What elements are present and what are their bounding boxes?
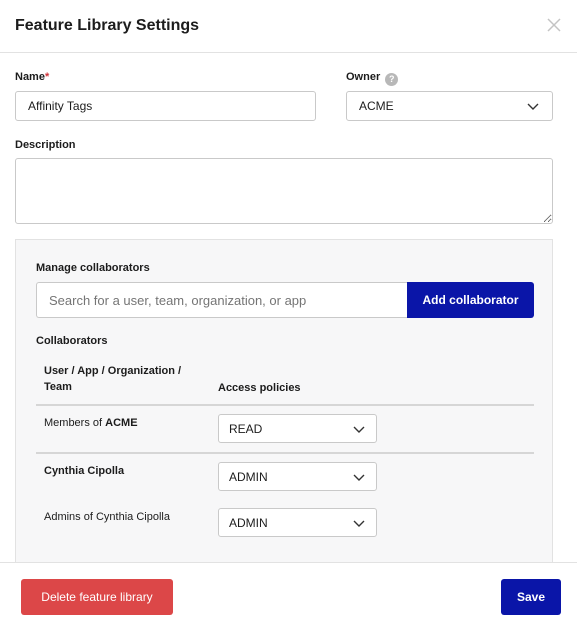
collaborator-search-input[interactable] bbox=[36, 282, 407, 318]
modal-footer: Delete feature library Save bbox=[0, 562, 577, 629]
collaborators-heading: Collaborators bbox=[36, 335, 108, 347]
column-header-user: User / App / Organization / Team bbox=[44, 365, 182, 393]
modal-header: Feature Library Settings bbox=[0, 0, 577, 53]
name-input[interactable]: Affinity Tags bbox=[15, 91, 316, 121]
collaborators-panel: Manage collaborators Add collaborator Co… bbox=[15, 239, 553, 569]
collaborator-name: Cynthia Cipolla bbox=[44, 465, 125, 477]
name-input-value: Affinity Tags bbox=[28, 99, 93, 113]
chevron-down-icon bbox=[353, 520, 365, 527]
table-header-divider bbox=[36, 404, 534, 406]
owner-select-value: ACME bbox=[359, 99, 394, 113]
table-row-divider bbox=[36, 452, 534, 454]
chevron-down-icon bbox=[527, 103, 539, 110]
owner-label: Owner? bbox=[346, 71, 399, 86]
chevron-down-icon bbox=[353, 426, 365, 433]
access-policy-select[interactable]: READ bbox=[218, 414, 377, 443]
access-policy-select[interactable]: ADMIN bbox=[218, 462, 377, 491]
required-marker: * bbox=[44, 71, 50, 83]
access-policy-select[interactable]: ADMIN bbox=[218, 508, 377, 537]
collaborator-name: Members of ACME bbox=[44, 417, 138, 429]
column-header-access-policies: Access policies bbox=[218, 382, 301, 394]
save-button[interactable]: Save bbox=[501, 579, 561, 615]
manage-collaborators-label: Manage collaborators bbox=[36, 262, 150, 274]
owner-select[interactable]: ACME bbox=[346, 91, 553, 121]
description-label: Description bbox=[15, 139, 76, 151]
close-icon[interactable] bbox=[545, 16, 563, 34]
description-textarea[interactable] bbox=[15, 158, 553, 224]
help-icon[interactable]: ? bbox=[385, 72, 399, 86]
modal-title: Feature Library Settings bbox=[15, 17, 200, 34]
add-collaborator-button[interactable]: Add collaborator bbox=[407, 282, 534, 318]
access-policy-value: READ bbox=[229, 421, 263, 436]
collaborator-name: Admins of Cynthia Cipolla bbox=[44, 511, 170, 523]
name-label: Name* bbox=[15, 71, 50, 83]
access-policy-value: ADMIN bbox=[229, 469, 268, 484]
chevron-down-icon bbox=[353, 474, 365, 481]
access-policy-value: ADMIN bbox=[229, 515, 268, 530]
delete-feature-library-button[interactable]: Delete feature library bbox=[21, 579, 173, 615]
